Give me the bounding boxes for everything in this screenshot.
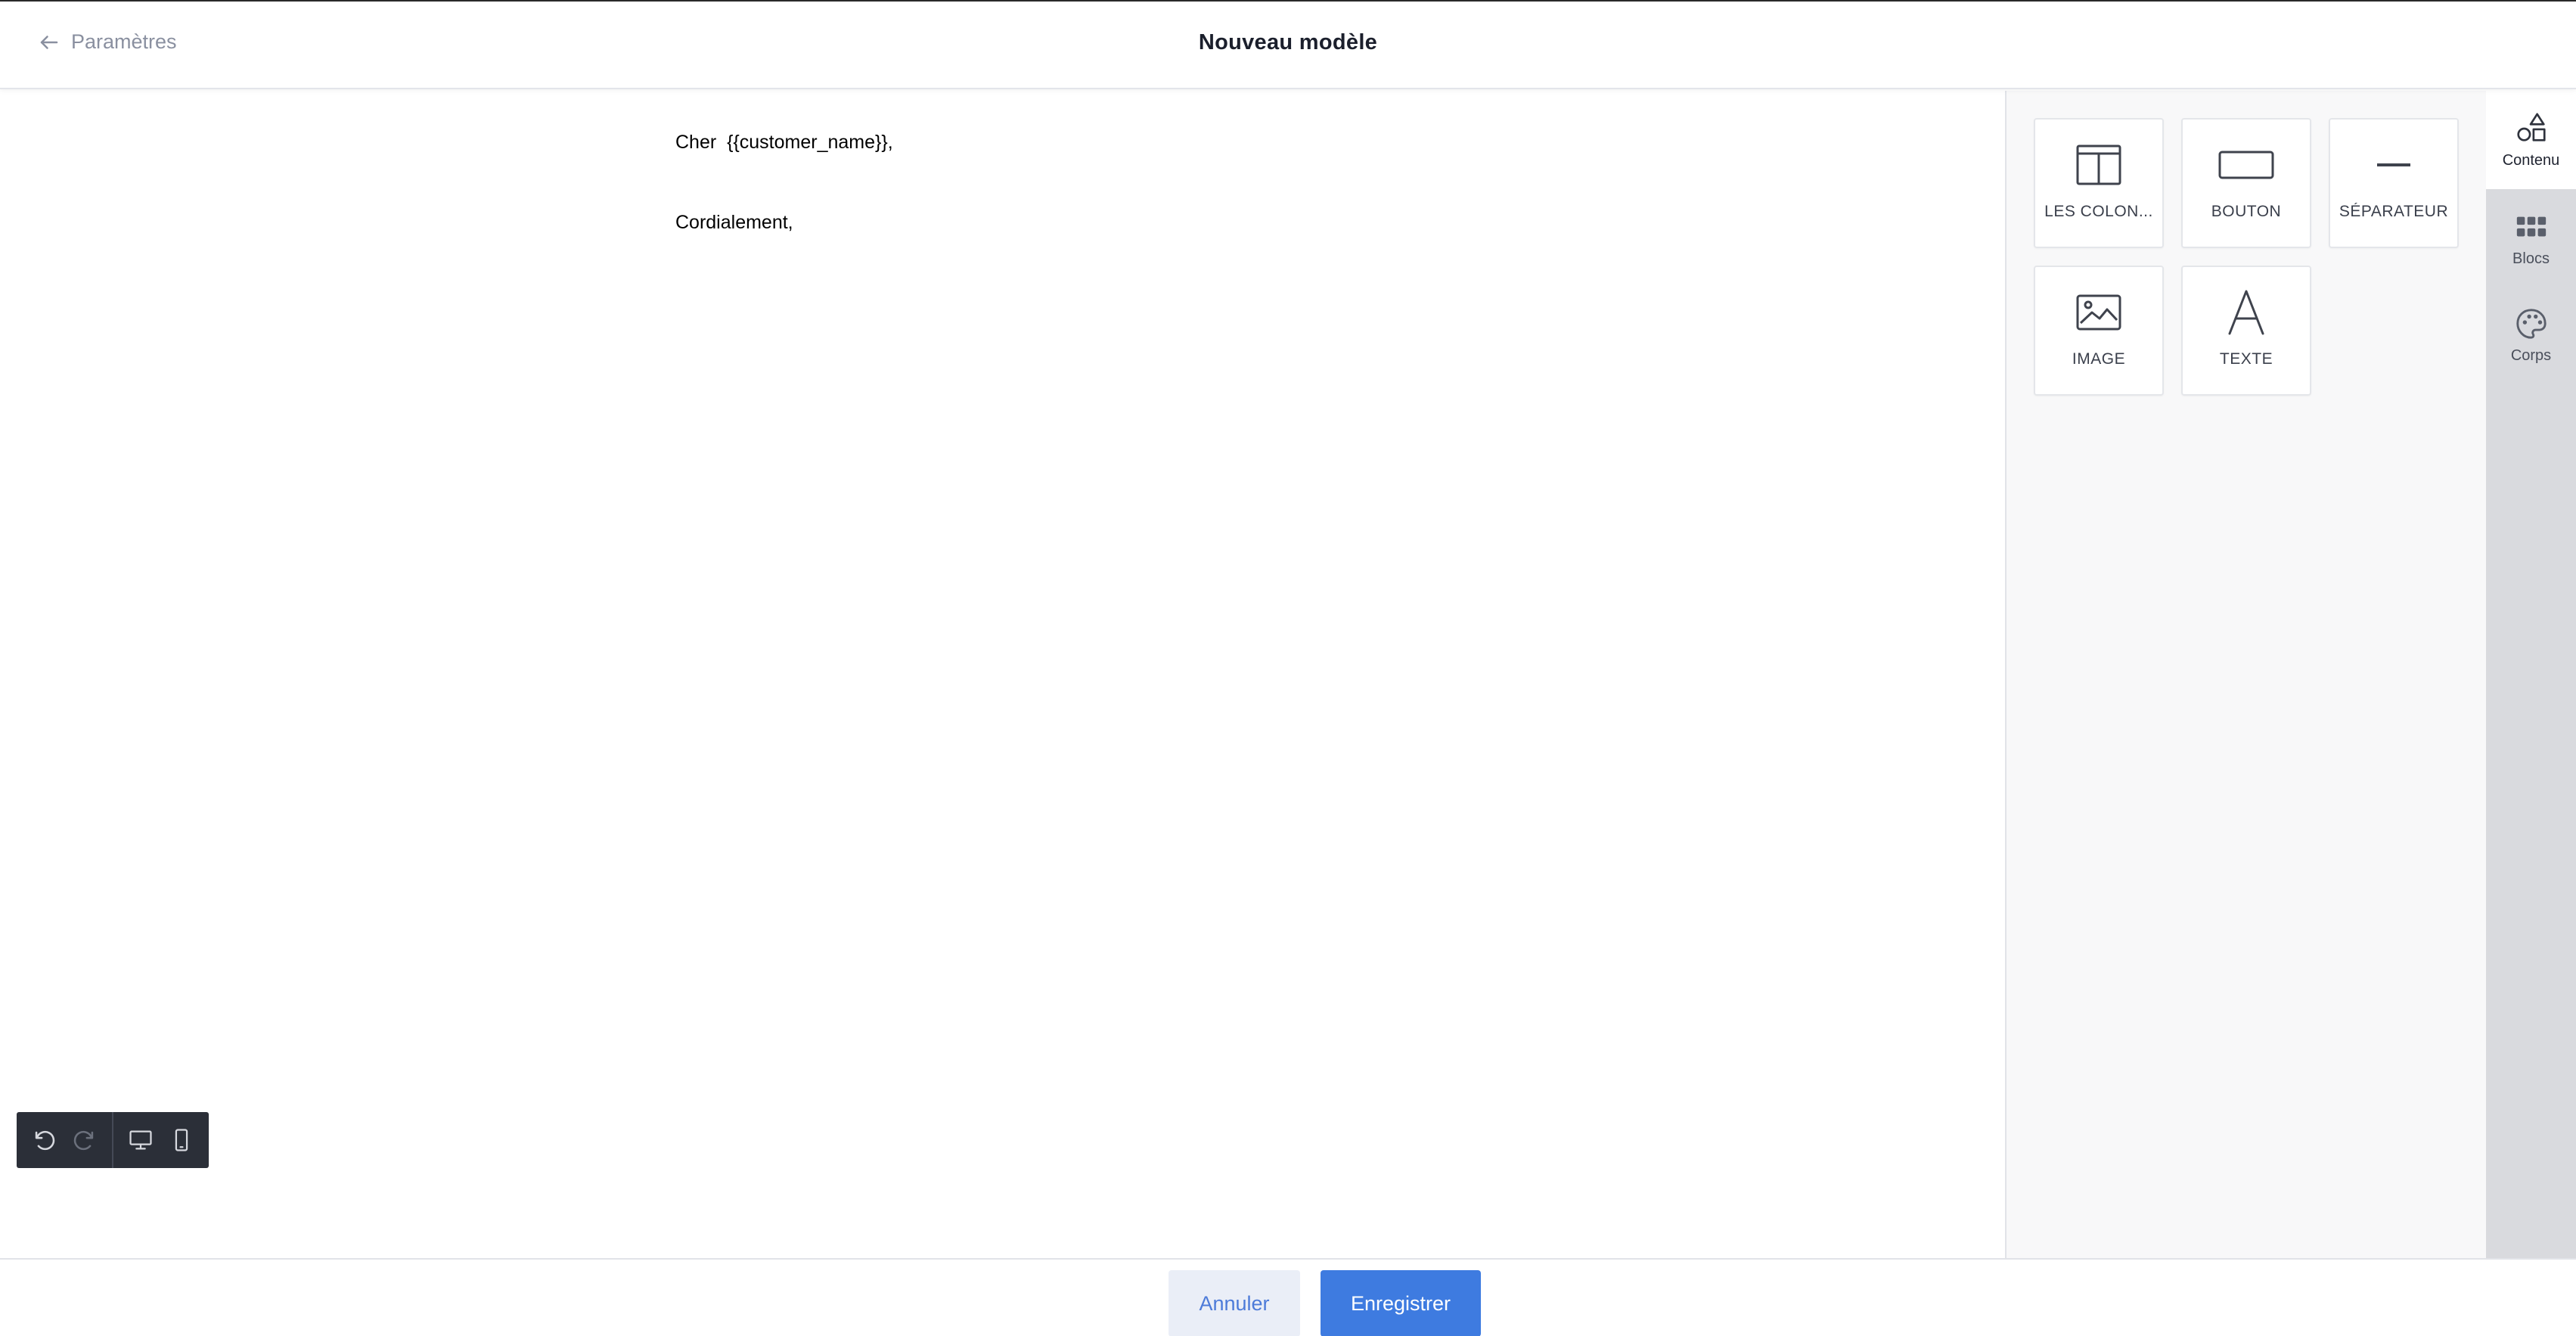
email-canvas[interactable]: Cher {{customer_name}}, Cordialement, [0, 91, 2005, 1258]
desktop-preview-button[interactable] [124, 1123, 157, 1157]
desktop-icon [129, 1130, 152, 1150]
tile-image-icon-wrap [2035, 287, 2162, 338]
undo-button[interactable] [27, 1123, 61, 1157]
tab-blocs-label: Blocs [2512, 250, 2550, 267]
tile-text-label: TEXTE [2219, 350, 2273, 368]
tile-button-label: BOUTON [2211, 203, 2282, 220]
shapes-icon [2516, 112, 2546, 141]
top-header: Paramètres Nouveau modèle [0, 2, 2576, 89]
tab-corps[interactable]: Corps [2486, 286, 2576, 384]
history-group [17, 1112, 112, 1168]
tile-image[interactable]: IMAGE [2034, 266, 2164, 396]
text-icon [2228, 290, 2264, 335]
page-title: Nouveau modèle [1198, 30, 1378, 54]
tile-image-label: IMAGE [2072, 350, 2126, 368]
tile-text[interactable]: TEXTE [2181, 266, 2311, 396]
tile-divider-icon-wrap [2330, 139, 2457, 191]
undo-icon [35, 1130, 55, 1151]
tab-contenu[interactable]: Contenu [2486, 91, 2576, 189]
image-icon [2076, 294, 2121, 331]
email-closing-text[interactable]: Cordialement, [675, 212, 793, 234]
mobile-icon [175, 1129, 188, 1151]
tile-columns[interactable]: LES COLON... [2034, 118, 2164, 248]
palette-icon [2515, 308, 2547, 339]
content-panel: LES COLON... BOUTON SÉPARATEUR IMAGE TEX… [2005, 91, 2486, 1258]
tab-contenu-label: Contenu [2502, 151, 2560, 169]
columns-icon [2076, 144, 2121, 185]
tile-button[interactable]: BOUTON [2181, 118, 2311, 248]
preview-group [112, 1112, 209, 1168]
tile-button-icon-wrap [2183, 139, 2310, 191]
tab-blocs[interactable]: Blocs [2486, 189, 2576, 287]
footer-bar: Annuler Enregistrer [0, 1258, 2576, 1336]
button-icon [2218, 151, 2274, 179]
email-greeting-text[interactable]: Cher {{customer_name}}, [675, 132, 893, 154]
cancel-button[interactable]: Annuler [1169, 1270, 1300, 1336]
mobile-preview-button[interactable] [165, 1123, 198, 1157]
redo-button[interactable] [68, 1123, 101, 1157]
tile-divider-label: SÉPARATEUR [2339, 203, 2449, 220]
divider-icon [2377, 163, 2410, 166]
tile-columns-icon-wrap [2035, 139, 2162, 191]
side-tabs: Contenu Blocs Corps [2486, 91, 2576, 1258]
email-template-editor: Paramètres Nouveau modèle Cher {{custome… [0, 0, 2576, 1336]
tile-divider[interactable]: SÉPARATEUR [2329, 118, 2459, 248]
tile-text-icon-wrap [2183, 287, 2310, 338]
save-button[interactable]: Enregistrer [1321, 1270, 1481, 1336]
redo-icon [73, 1130, 94, 1151]
canvas-toolbar [17, 1112, 209, 1168]
grid-icon [2516, 216, 2546, 236]
tab-corps-label: Corps [2510, 346, 2552, 364]
tile-columns-label: LES COLON... [2044, 203, 2153, 220]
